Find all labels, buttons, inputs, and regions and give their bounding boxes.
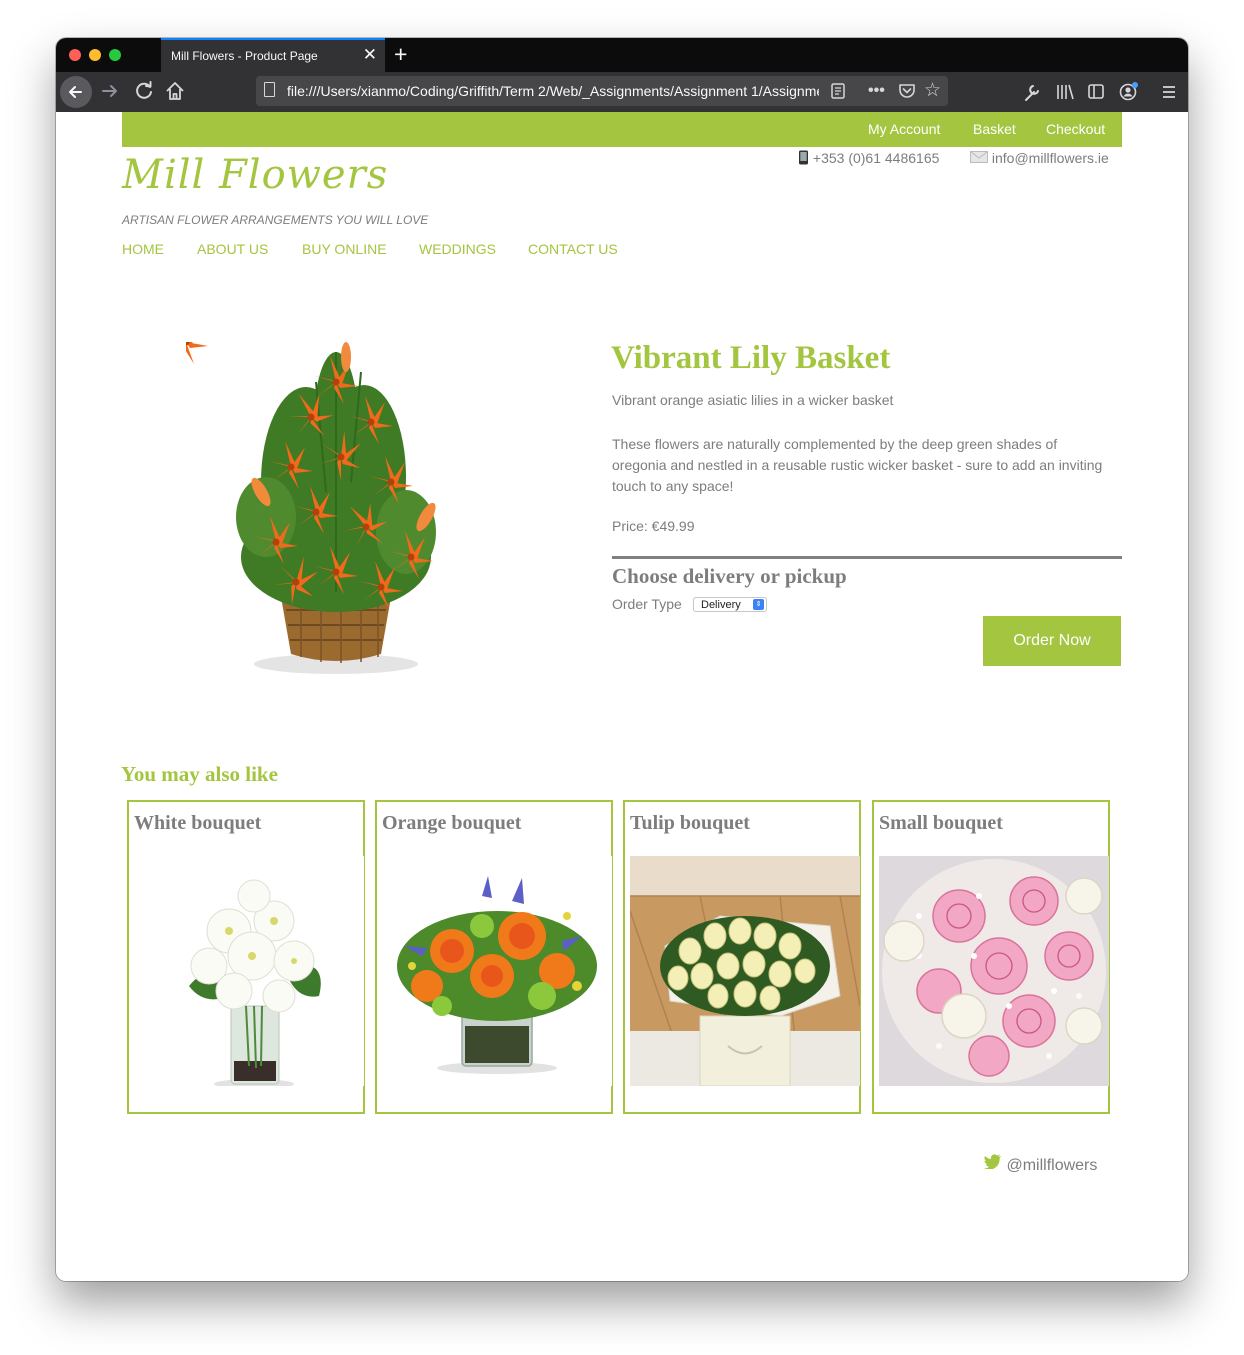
card-title: Tulip bouquet [630,812,750,834]
envelope-icon [970,150,992,166]
url-text[interactable]: file:///Users/xianmo/Coding/Griffith/Ter… [287,83,819,99]
arrow-left-icon [69,86,82,98]
order-now-button[interactable]: Order Now [983,616,1121,666]
related-card-white-bouquet[interactable]: White bouquet [127,800,365,1114]
maximize-window-button[interactable] [109,49,121,61]
related-card-tulip-bouquet[interactable]: Tulip bouquet [623,800,861,1114]
site-logo[interactable]: Mill Flowers [122,152,388,198]
nav-about-us[interactable]: ABOUT US [197,241,268,257]
close-tab-icon[interactable]: ✕ [363,45,377,65]
navigation-toolbar: file:///Users/xianmo/Coding/Griffith/Ter… [56,72,1188,112]
new-tab-button[interactable]: + [394,41,407,67]
card-title: White bouquet [134,812,262,834]
tulip-bouquet-image [630,856,860,1086]
reload-button[interactable] [133,78,155,111]
browser-tab[interactable]: Mill Flowers - Product Page ✕ [161,38,385,72]
related-card-orange-bouquet[interactable]: Orange bouquet [375,800,613,1114]
nav-buy-online[interactable]: BUY ONLINE [302,241,387,257]
home-icon [166,82,184,100]
orange-bouquet-image [382,856,612,1086]
more-actions-icon[interactable]: ••• [868,79,885,103]
home-button[interactable] [164,78,186,111]
section-divider [612,556,1122,559]
reader-view-icon[interactable] [830,79,846,111]
phone-icon [798,150,813,166]
phone-number: +353 (0)61 4486165 [812,150,940,166]
email-address[interactable]: info@millflowers.ie [992,150,1109,166]
top-utility-bar: My Account Basket Checkout [122,112,1122,147]
reload-icon [136,81,152,99]
white-bouquet-image [134,856,364,1086]
nav-home[interactable]: HOME [122,241,164,257]
account-icon[interactable] [1118,80,1140,112]
browser-window: Mill Flowers - Product Page ✕ + file:///… [56,38,1188,1281]
product-image [186,342,436,674]
nav-weddings[interactable]: WEDDINGS [419,241,496,257]
order-type-label: Order Type [612,596,682,612]
menu-icon[interactable] [1160,80,1178,112]
library-icon[interactable] [1055,80,1075,112]
back-button[interactable] [60,76,92,108]
page-viewport: My Account Basket Checkout +353 (0)61 44… [56,112,1188,1281]
product-description: These flowers are naturally complemented… [612,436,1103,494]
card-title: Orange bouquet [382,812,522,834]
email-contact: info@millflowers.ie [970,150,1109,166]
pocket-icon[interactable] [898,79,916,111]
related-heading: You may also like [121,762,278,786]
small-bouquet-image [879,856,1109,1086]
delivery-heading: Choose delivery or pickup [612,564,847,588]
product-price: Price: €49.99 [612,518,695,534]
my-account-link[interactable]: My Account [868,121,940,137]
card-title: Small bouquet [879,812,1003,834]
close-window-button[interactable] [69,49,81,61]
related-card-small-bouquet[interactable]: Small bouquet [872,800,1110,1114]
basket-link[interactable]: Basket [973,121,1016,137]
twitter-handle-text: @millflowers [1006,1157,1098,1174]
arrow-right-icon [102,85,117,97]
order-type-value: Delivery [701,599,741,611]
phone-contact: +353 (0)61 4486165 [798,150,939,166]
tab-title: Mill Flowers - Product Page [171,49,318,63]
twitter-bird-icon [984,1154,1006,1174]
twitter-handle[interactable]: @millflowers [984,1154,1097,1175]
forward-button[interactable] [99,78,121,111]
product-subtitle: Vibrant orange asiatic lilies in a wicke… [612,392,894,408]
minimize-window-button[interactable] [89,49,101,61]
page-icon [264,82,275,97]
site-tagline: Artisan flower arrangements you will lov… [122,213,429,227]
sidebar-icon[interactable] [1087,80,1105,112]
address-bar[interactable]: file:///Users/xianmo/Coding/Griffith/Ter… [256,76,948,106]
order-type-select[interactable]: Delivery ⇕ [693,597,767,612]
nav-contact-us[interactable]: CONTACT US [528,241,618,257]
bookmark-star-icon[interactable]: ☆ [924,79,941,103]
tab-bar: Mill Flowers - Product Page ✕ + [56,38,1188,72]
product-title: Vibrant Lily Basket [611,340,891,376]
checkout-link[interactable]: Checkout [1046,121,1105,137]
select-chevron-icon: ⇕ [753,599,764,610]
wrench-icon[interactable] [1023,80,1041,112]
